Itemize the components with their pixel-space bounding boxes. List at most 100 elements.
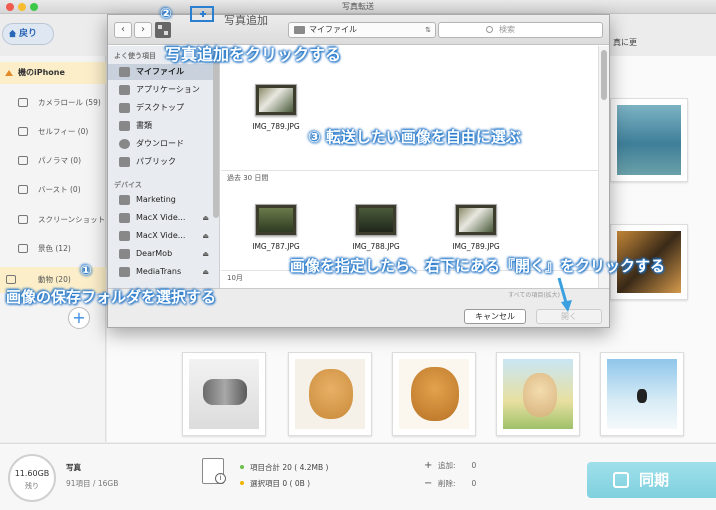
photo-thumb[interactable] <box>496 352 580 436</box>
file-item[interactable]: IMG_789.JPG <box>241 84 311 142</box>
search-icon <box>486 26 493 33</box>
drive-icon <box>119 195 130 205</box>
status-bar: 11.60GB 残り 写真 91項目 / 16GB i 項目合計 20 ( 4.… <box>0 443 716 510</box>
sidebar-item-mediatrans[interactable]: MediaTrans ⏏ <box>108 264 213 280</box>
file-name: IMG_787.JPG <box>252 242 300 251</box>
eject-icon[interactable]: ⏏ <box>202 264 209 280</box>
album-label: カメラロール (59) <box>38 98 101 107</box>
favorites-header: よく使う項目 <box>114 52 156 60</box>
sidebar-item-applications[interactable]: アプリケーション <box>108 82 213 98</box>
sidebar-item-downloads[interactable]: ダウンロード <box>108 136 213 152</box>
file-thumbnail <box>255 84 297 116</box>
album-label: 動物 (20) <box>38 275 71 284</box>
step1-instruction: 画像の保存フォルダを選択する <box>6 288 217 306</box>
file-item[interactable]: IMG_788.JPG <box>341 204 411 262</box>
close-window-button[interactable] <box>6 3 14 11</box>
devices-header: デバイス <box>114 181 142 189</box>
back-button[interactable]: 戻り <box>2 23 54 45</box>
add-label: 追加: <box>438 461 456 470</box>
sidebar-item-desktop[interactable]: デスクトップ <box>108 100 213 116</box>
album-item-panorama[interactable]: パノラマ (0) <box>0 148 106 174</box>
file-browser: IMG_789.JPG 過去 30 日間 IMG_787.JPG IMG_788… <box>221 46 598 288</box>
photo-thumb[interactable] <box>392 352 476 436</box>
photo-thumb[interactable] <box>610 98 688 182</box>
eject-icon[interactable]: ⏏ <box>202 228 209 244</box>
camera-icon <box>18 98 28 107</box>
remove-label: 削除: <box>438 479 456 488</box>
landscape-icon <box>18 244 28 253</box>
forward-nav-button[interactable]: › <box>134 22 152 38</box>
total-dot-icon <box>240 465 244 469</box>
file-item[interactable]: IMG_787.JPG <box>241 204 311 262</box>
file-name: IMG_789.JPG <box>452 242 500 251</box>
zoom-window-button[interactable] <box>30 3 38 11</box>
storage-capacity: 11.60GB <box>14 469 50 478</box>
album-item-burst[interactable]: バースト (0) <box>0 177 106 203</box>
photo-thumb[interactable] <box>600 352 684 436</box>
dolphin-photo <box>617 105 681 175</box>
info-icon: i <box>202 458 226 484</box>
eject-icon[interactable]: ⏏ <box>202 246 209 262</box>
sidebar-item-dearmob[interactable]: DearMob ⏏ <box>108 246 213 262</box>
file-name: IMG_788.JPG <box>352 242 400 251</box>
sidebar-item-label: DearMob <box>136 249 173 258</box>
total-items: 項目合計 20 ( 4.2MB ) <box>240 462 328 473</box>
media-type: 写真 <box>66 463 81 472</box>
search-placeholder: 検索 <box>499 25 515 34</box>
sidebar-item-marketing[interactable]: Marketing <box>108 192 213 208</box>
sidebar-item-myfiles[interactable]: マイファイル <box>108 64 213 80</box>
sidebar-item-public[interactable]: パブリック <box>108 154 213 170</box>
title-bar: 写真転送 <box>0 0 716 14</box>
photo-thumb[interactable] <box>288 352 372 436</box>
sidebar-item-label: デスクトップ <box>136 103 184 112</box>
album-label: スクリーンショット <box>38 215 106 224</box>
album-item-landscape[interactable]: 景色 (12) <box>0 236 106 262</box>
search-field[interactable]: 検索 <box>438 22 603 38</box>
sync-icon <box>613 472 629 488</box>
sidebar-item-label: マイファイル <box>136 67 184 76</box>
remove-count: − 削除: 0 <box>424 478 477 489</box>
sidebar-item-label: ダウンロード <box>136 139 184 148</box>
minimize-window-button[interactable] <box>18 3 26 11</box>
step1-number: ① <box>80 263 92 279</box>
step3-instruction: ③ 転送したい画像を自由に選ぶ <box>308 128 521 146</box>
step2-label: 写真追加 <box>224 14 268 27</box>
album-item-screenshot[interactable]: スクリーンショット <box>0 207 106 233</box>
add-album-button[interactable]: + <box>68 307 90 329</box>
sidebar-item-macx-2[interactable]: MacX Vide... ⏏ <box>108 228 213 244</box>
file-thumbnail <box>355 204 397 236</box>
file-thumbnail <box>455 204 497 236</box>
sync-button[interactable]: 同期 <box>587 462 716 498</box>
file-name: IMG_789.JPG <box>252 122 300 131</box>
album-item-camera-roll[interactable]: カメラロール (59) <box>0 90 106 116</box>
file-item[interactable]: IMG_789.JPG <box>441 204 511 262</box>
dog-flowers-photo <box>503 359 573 429</box>
kittens-photo <box>189 359 259 429</box>
total-items-text: 項目合計 20 ( 4.2MB ) <box>250 463 329 472</box>
open-instruction: 画像を指定したら、右下にある『開く』をクリックする <box>290 257 666 275</box>
drive-icon <box>119 213 130 223</box>
eject-icon[interactable]: ⏏ <box>202 210 209 226</box>
back-nav-button[interactable]: ‹ <box>114 22 132 38</box>
path-popup[interactable]: マイファイル ⇅ <box>288 22 436 38</box>
drive-icon <box>119 231 130 241</box>
storage-capacity-label: 残り <box>25 482 39 490</box>
selected-items-text: 選択項目 0 ( 0B ) <box>250 479 311 488</box>
sidebar-item-label: 書類 <box>136 121 152 130</box>
album-label: セルフィー (0) <box>38 127 89 136</box>
drive-icon <box>119 249 130 259</box>
selected-dot-icon <box>240 481 244 485</box>
sidebar-item-documents[interactable]: 書類 <box>108 118 213 134</box>
updown-arrows-icon: ⇅ <box>425 26 431 34</box>
device-row[interactable]: 機のiPhone <box>0 62 106 84</box>
album-item-selfie[interactable]: セルフィー (0) <box>0 119 106 145</box>
sidebar-item-macx-1[interactable]: MacX Vide... ⏏ <box>108 210 213 226</box>
photo-thumb[interactable] <box>182 352 266 436</box>
sidebar-item-label: MacX Vide... <box>136 213 186 222</box>
file-browser-scrollbar[interactable] <box>598 46 609 288</box>
cancel-button[interactable]: キャンセル <box>464 309 526 324</box>
drive-icon <box>119 267 130 277</box>
album-sidebar: 機のiPhone カメラロール (59) セルフィー (0) パノラマ (0) … <box>0 56 106 442</box>
sidebar-scrollbar[interactable] <box>213 48 219 218</box>
penguins-photo <box>607 359 677 429</box>
